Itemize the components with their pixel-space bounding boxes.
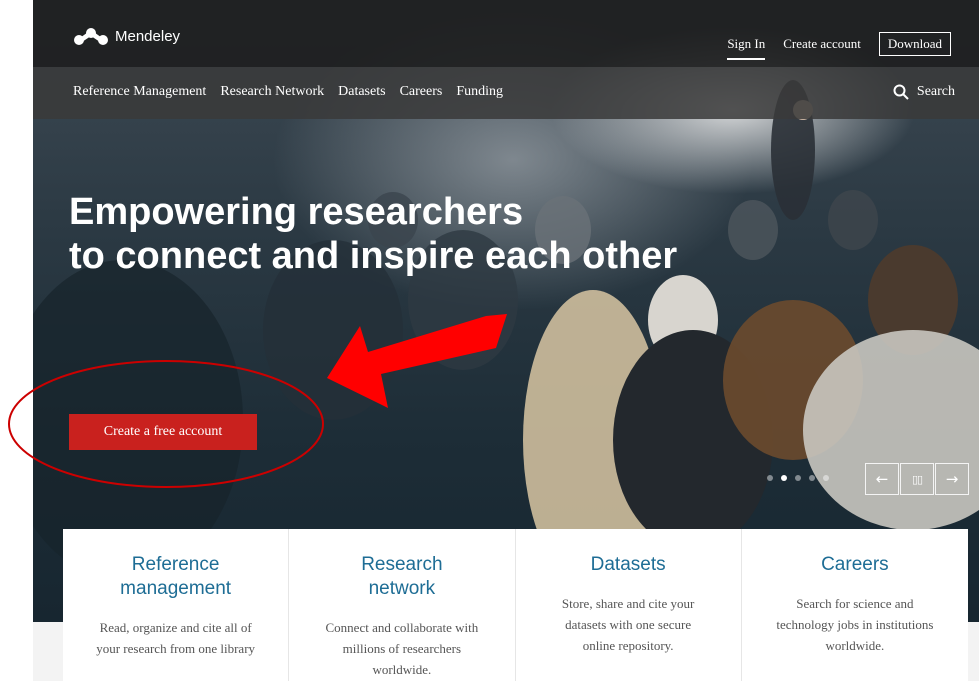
nav-item-funding[interactable]: Funding — [456, 84, 503, 100]
logo[interactable]: Mendeley — [73, 26, 180, 46]
search-button[interactable]: Search — [893, 84, 955, 100]
download-button[interactable]: Download — [878, 32, 951, 56]
feature-title[interactable]: Research network — [289, 553, 514, 601]
header-links: Sign In Create account Download — [727, 28, 979, 60]
nav-item-careers[interactable]: Careers — [400, 84, 443, 100]
carousel-dot[interactable] — [795, 475, 801, 481]
hero-headline: Empowering researchers to connect and in… — [69, 190, 677, 278]
feature-title[interactable]: Datasets — [516, 553, 741, 577]
mendeley-logo-icon — [74, 28, 108, 45]
carousel-prev-button[interactable]: ← — [865, 463, 899, 495]
feature-description: Connect and collaborate with millions of… — [325, 620, 479, 677]
top-bar: Mendeley Sign In Create account Download — [33, 0, 979, 67]
feature-cards: Reference management Read, organize and … — [63, 529, 968, 681]
feature-description: Read, organize and cite all of your rese… — [96, 620, 256, 656]
search-label: Search — [916, 84, 955, 99]
headline-line-2: to connect and inspire each other — [69, 235, 678, 277]
feature-title[interactable]: Careers — [742, 553, 968, 577]
nav-item-research-network[interactable]: Research Network — [220, 84, 324, 100]
feature-card-reference-management[interactable]: Reference management Read, organize and … — [63, 529, 290, 681]
feature-card-careers[interactable]: Careers Search for science and technolog… — [742, 529, 968, 681]
sign-in-link[interactable]: Sign In — [727, 36, 766, 60]
carousel-indicators — [767, 475, 837, 481]
carousel-pause-button[interactable]: ▯▯ — [900, 463, 934, 495]
feature-card-datasets[interactable]: Datasets Store, share and cite your data… — [516, 529, 742, 681]
nav-item-reference-management[interactable]: Reference Management — [73, 84, 206, 100]
create-account-link[interactable]: Create account — [783, 36, 861, 52]
feature-card-research-network[interactable]: Research network Connect and collaborate… — [289, 529, 516, 681]
feature-description: Search for science and technology jobs i… — [776, 596, 934, 653]
brand-name: Mendeley — [115, 27, 181, 45]
search-icon — [893, 84, 909, 100]
headline-line-1: Empowering researchers — [69, 191, 524, 233]
main-nav: Reference Management Research Network Da… — [33, 67, 979, 119]
carousel-dot[interactable] — [823, 475, 829, 481]
carousel-dot[interactable] — [809, 475, 815, 481]
nav-item-datasets[interactable]: Datasets — [338, 84, 385, 100]
carousel-dot-active[interactable] — [781, 475, 787, 481]
carousel-next-button[interactable]: → — [935, 463, 969, 495]
feature-title[interactable]: Reference management — [63, 553, 288, 601]
mendeley-homepage: Mendeley Sign In Create account Download… — [33, 0, 979, 681]
feature-description: Store, share and cite your datasets with… — [561, 596, 695, 653]
create-free-account-button[interactable]: Create a free account — [69, 414, 257, 450]
carousel-dot[interactable] — [767, 475, 773, 481]
